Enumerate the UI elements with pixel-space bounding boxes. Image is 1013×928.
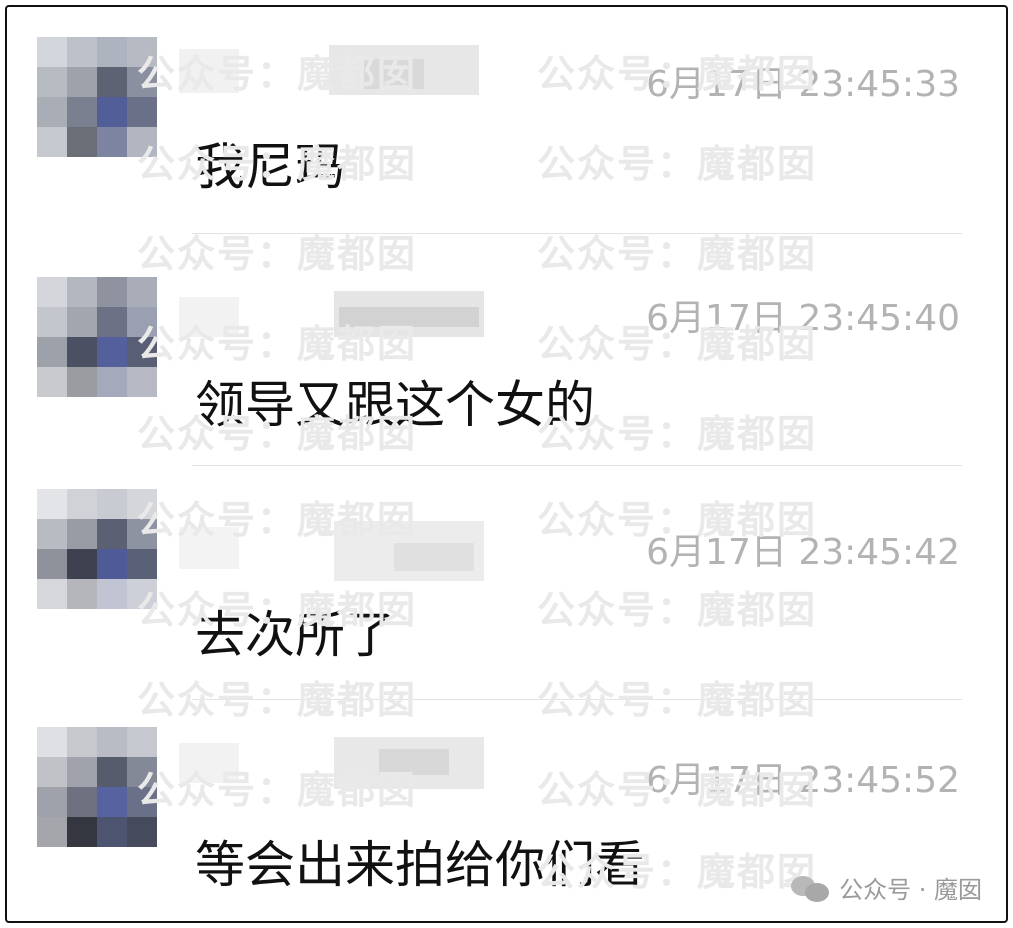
avatar[interactable] [37, 727, 157, 847]
message-text: 等会出来拍给你们看 [195, 836, 645, 894]
message-text: 领导又跟这个女的 [195, 376, 595, 434]
credit-text: 公众号 · 魔囡 [839, 876, 982, 904]
message-timestamp: 6月17日 23:45:33 [646, 64, 960, 105]
wechat-icon [791, 874, 831, 902]
chat-message[interactable]: 6月17日 23:45:40 领导又跟这个女的 [7, 241, 1006, 471]
message-timestamp: 6月17日 23:45:40 [646, 298, 960, 339]
avatar[interactable] [37, 489, 157, 609]
avatar[interactable] [37, 277, 157, 397]
blurred-username [179, 517, 484, 581]
blurred-username [179, 281, 484, 339]
message-text: 我尼玛 [195, 138, 345, 196]
blurred-username [179, 41, 479, 99]
chat-screenshot: 公众号：魔都囡 公众号：魔都囡 公众号：魔都囡 公众号：魔都囡 公众号：魔都囡 … [5, 5, 1008, 923]
avatar[interactable] [37, 37, 157, 157]
message-timestamp: 6月17日 23:45:52 [646, 760, 960, 801]
blurred-username [179, 731, 484, 789]
account-credit: 公众号 · 魔囡 [791, 870, 982, 905]
chat-message[interactable]: 6月17日 23:45:33 我尼玛 [7, 7, 1006, 237]
message-text: 去次所了 [195, 606, 395, 664]
chat-message[interactable]: 6月17日 23:45:42 去次所了 [7, 473, 1006, 703]
message-timestamp: 6月17日 23:45:42 [646, 532, 960, 573]
